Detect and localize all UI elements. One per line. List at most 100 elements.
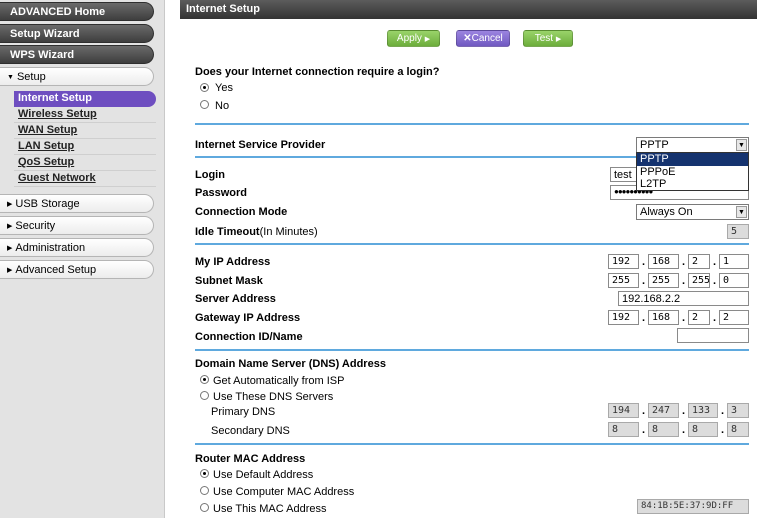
isp-select-value: PPTP [640,139,669,151]
sidebar-item-qos-setup[interactable]: QoS Setup [14,155,156,171]
sidebar-item-wireless-setup[interactable]: Wireless Setup [14,107,156,123]
my-ip-octet-4[interactable]: 1 [719,254,749,269]
ip-dot: . [682,275,686,287]
triangle-down-icon: ▼ [7,74,14,81]
mac-title: Router MAC Address [195,453,306,465]
server-address-input[interactable]: 192.168.2.2 [618,291,749,306]
triangle-right-icon: ▶ [7,245,13,252]
ip-dot: . [721,424,725,436]
radio-dns-manual[interactable] [200,391,209,400]
subnet-octet-4[interactable]: 0 [719,273,749,288]
connection-mode-value: Always On [640,206,693,218]
isp-option-pppoe[interactable]: PPPoE [637,166,748,179]
secondary-dns-label: Secondary DNS [211,425,290,437]
section-divider [195,243,749,245]
login-question: Does your Internet connection require a … [195,66,440,78]
my-ip-label: My IP Address [195,256,271,268]
secondary-dns-octet-4[interactable]: 8 [727,422,749,437]
isp-option-l2tp[interactable]: L2TP [637,178,748,191]
radio-mac-computer[interactable] [200,486,209,495]
isp-option-pptp[interactable]: PPTP [637,153,748,166]
mac-address-input[interactable]: 84:1B:5E:37:9D:FF [637,499,749,514]
nav-security-label: Security [15,220,56,232]
sidebar-item-wan-setup[interactable]: WAN Setup [14,123,156,139]
ip-dot: . [713,256,717,268]
main-panel: Internet Setup Apply ▶ ✕Cancel Test ▶ Do… [180,0,757,518]
radio-login-yes[interactable] [200,83,209,92]
my-ip-octet-3[interactable]: 2 [688,254,710,269]
gateway-octet-3[interactable]: 2 [688,310,710,325]
nav-wps-wizard[interactable]: WPS Wizard [0,45,154,64]
subnet-octet-1[interactable]: 255 [608,273,639,288]
radio-dns-auto[interactable] [200,375,209,384]
ip-dot: . [642,312,646,324]
ip-dot: . [682,405,686,417]
ip-dot: . [721,405,725,417]
idle-timeout-unit: (In Minutes) [259,226,318,238]
cancel-button-label: Cancel [471,33,503,44]
sidebar-item-guest-network[interactable]: Guest Network [14,171,156,187]
subnet-octet-2[interactable]: 255 [648,273,679,288]
radio-login-no[interactable] [200,100,209,109]
idle-timeout-label-text: Idle Timeout [195,226,260,238]
my-ip-octet-1[interactable]: 192 [608,254,639,269]
primary-dns-octet-1[interactable]: 194 [608,403,639,418]
nav-setup[interactable]: ▼ Setup [0,67,154,86]
primary-dns-octet-2[interactable]: 247 [648,403,679,418]
secondary-dns-octet-1[interactable]: 8 [608,422,639,437]
gateway-octet-1[interactable]: 192 [608,310,639,325]
cancel-button[interactable]: ✕Cancel [456,30,510,47]
radio-mac-default[interactable] [200,469,209,478]
radio-mac-computer-label: Use Computer MAC Address [213,486,355,498]
gateway-octet-4[interactable]: 2 [719,310,749,325]
ip-dot: . [682,256,686,268]
sidebar-item-internet-setup[interactable]: Internet Setup [14,91,156,107]
page-title: Internet Setup [180,0,757,19]
radio-mac-this-label: Use This MAC Address [213,503,327,515]
primary-dns-octet-4[interactable]: 3 [727,403,749,418]
radio-login-no-label: No [215,100,230,112]
chevron-down-icon: ▼ [736,139,747,151]
dns-title: Domain Name Server (DNS) Address [195,358,386,370]
nav-usb-storage-label: USB Storage [15,198,80,210]
connection-id-input[interactable] [677,328,749,343]
ip-dot: . [642,424,646,436]
ip-dot: . [642,275,646,287]
section-divider [195,443,749,445]
my-ip-octet-2[interactable]: 168 [648,254,679,269]
gateway-octet-2[interactable]: 168 [648,310,679,325]
nav-advanced-home[interactable]: ADVANCED Home [0,2,154,21]
radio-dns-auto-label: Get Automatically from ISP [213,375,345,387]
nav-usb-storage[interactable]: ▶ USB Storage [0,194,154,213]
isp-dropdown-list: PPTP PPPoE L2TP [636,152,749,191]
server-address-label: Server Address [195,293,276,305]
ip-dot: . [682,312,686,324]
nav-administration[interactable]: ▶ Administration [0,238,154,257]
sidebar-item-lan-setup[interactable]: LAN Setup [14,139,156,155]
gateway-label: Gateway IP Address [195,312,301,324]
subnet-octet-3[interactable]: 255 [688,273,710,288]
secondary-dns-octet-3[interactable]: 8 [688,422,718,437]
primary-dns-octet-3[interactable]: 133 [688,403,718,418]
connection-mode-select[interactable]: Always On ▼ [636,204,749,220]
radio-mac-this[interactable] [200,503,209,512]
x-icon: ✕ [463,33,472,44]
idle-timeout-input[interactable]: 5 [727,224,749,239]
radio-login-yes-label: Yes [215,82,233,94]
ip-dot: . [642,405,646,417]
isp-select[interactable]: PPTP ▼ [636,137,749,153]
apply-button[interactable]: Apply ▶ [387,30,440,47]
nav-administration-label: Administration [15,242,86,254]
secondary-dns-octet-2[interactable]: 8 [648,422,679,437]
triangle-right-icon: ▶ [7,223,13,230]
triangle-right-icon: ▶ [7,267,13,274]
ip-dot: . [713,312,717,324]
nav-setup-wizard[interactable]: Setup Wizard [0,24,154,43]
apply-button-label: Apply [396,33,422,44]
nav-advanced-setup[interactable]: ▶ Advanced Setup [0,260,154,279]
ip-dot: . [713,275,717,287]
primary-dns-label: Primary DNS [211,406,276,418]
nav-security[interactable]: ▶ Security [0,216,154,235]
test-button[interactable]: Test ▶ [523,30,573,47]
section-divider [195,349,749,351]
